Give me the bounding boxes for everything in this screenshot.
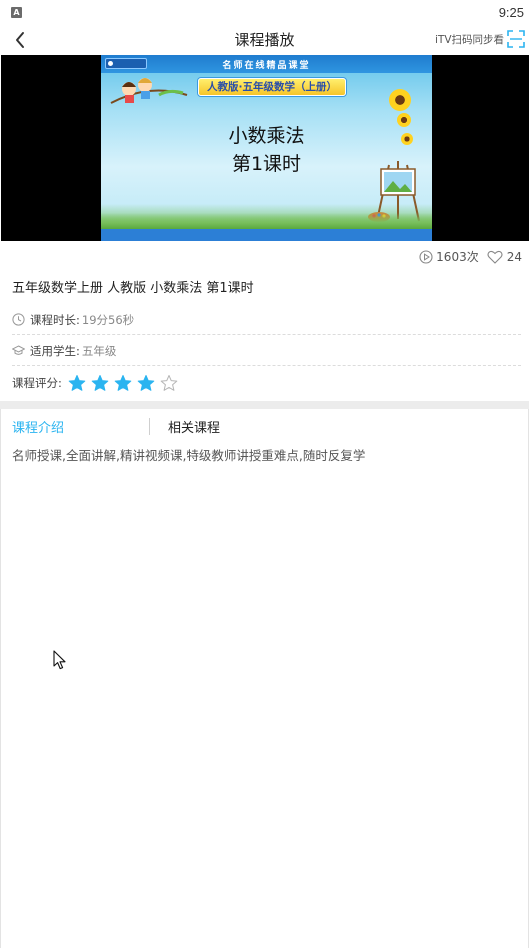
students-label: 适用学生: [30, 343, 80, 358]
rating-row: 课程评分: [12, 368, 521, 398]
students-row: 适用学生: 五年级 [12, 336, 521, 366]
scan-frame-icon [507, 30, 525, 48]
grass-decoration [101, 213, 432, 229]
play-count: 1603次 [436, 250, 479, 264]
status-bar: A 9:25 [0, 0, 529, 26]
panel-border-left [0, 409, 1, 948]
rating-stars [68, 374, 183, 392]
star-filled-icon [114, 375, 132, 391]
course-title: 五年级数学上册 人教版 小数乘法 第1课时 [12, 281, 254, 296]
video-player[interactable]: 名师在线精品课堂 人教版·五年级数学（上册） 小数乘法 第1课时 [1, 55, 529, 241]
video-top-banner-text: 名师在线精品课堂 [222, 61, 311, 71]
status-time: 9:25 [498, 5, 524, 20]
top-nav: 课程播放 iTV扫码同步看 [0, 26, 529, 54]
mouse-pointer-icon [53, 650, 66, 670]
kids-illustration [110, 78, 188, 104]
star-filled-icon [137, 375, 155, 391]
video-frame: 名师在线精品课堂 人教版·五年级数学（上册） 小数乘法 第1课时 [101, 55, 432, 241]
clock-icon [12, 313, 25, 326]
duration-label: 课程时长: [30, 312, 80, 327]
heart-icon[interactable] [487, 250, 503, 264]
duration-row: 课程时长: 19分56秒 [12, 305, 521, 335]
app-notification-icon: A [11, 7, 22, 18]
grade-banner: 人教版·五年级数学（上册） [198, 78, 346, 96]
course-description: 名师授课,全面讲解,精讲视频课,特级教师讲授重难点,随时反复学 [12, 448, 366, 463]
tab-divider [149, 418, 150, 435]
stats-row: 1603次 24 [419, 248, 522, 265]
duration-value: 19分56秒 [81, 312, 135, 327]
video-bottom-banner [101, 229, 432, 241]
tab-course-intro[interactable]: 课程介绍 [12, 417, 64, 436]
section-divider [0, 401, 529, 409]
sunflower-decoration [389, 89, 411, 111]
lesson-title-line2: 第1课时 [231, 153, 302, 175]
rating-label: 课程评分: [12, 376, 62, 390]
play-circle-icon [419, 249, 433, 264]
tab-related-courses[interactable]: 相关课程 [168, 417, 220, 436]
students-value: 五年级 [81, 343, 117, 358]
star-filled-icon [68, 375, 86, 391]
star-filled-icon [91, 375, 109, 391]
itv-scan-button[interactable]: iTV扫码同步看 [435, 26, 525, 52]
itv-scan-label: iTV扫码同步看 [434, 33, 504, 46]
graduation-cap-icon [12, 345, 25, 355]
video-top-banner: 名师在线精品课堂 [101, 55, 432, 73]
course-tabs: 课程介绍 相关课程 [0, 409, 529, 443]
star-empty-icon [160, 375, 178, 391]
lesson-title-line1: 小数乘法 [228, 125, 305, 147]
like-count: 24 [506, 249, 522, 264]
